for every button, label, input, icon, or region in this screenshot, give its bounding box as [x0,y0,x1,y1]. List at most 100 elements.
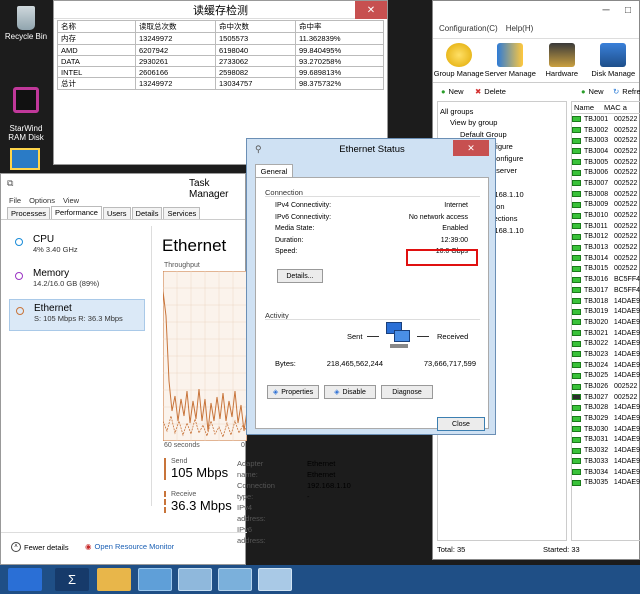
starwind-desktop-icon[interactable]: StarWind RAM Disk [4,78,48,151]
client-row[interactable]: TBJ002 002522 [572,125,640,136]
client-row[interactable]: TBJ029 14DAE9 [572,413,640,424]
client-row[interactable]: TBJ025 14DAE9 [572,371,640,382]
time-left-label: 60 seconds [164,442,200,449]
client-row[interactable]: TBJ013 002522 [572,242,640,253]
client-row[interactable]: TBJ006 002522 [572,167,640,178]
chart-app-taskbar-icon[interactable] [218,568,252,591]
tab-services[interactable]: Services [163,207,201,219]
details-button[interactable]: Details... [277,269,323,283]
client-row[interactable]: TBJ021 14DAE9 [572,328,640,339]
tab-performance[interactable]: Performance [51,206,102,219]
server-manage-button[interactable]: Server Manage [485,39,537,82]
diagnose-button[interactable]: Diagnose [381,385,433,399]
tab-details[interactable]: Details [131,207,163,219]
client-row[interactable]: TBJ016 BC5FF4 [572,274,640,285]
client-mac: 002522 [614,115,638,123]
open-resource-monitor-link[interactable]: ◉ Open Resource Monitor [85,542,174,551]
client-row[interactable]: TBJ014 002522 [572,253,640,264]
connection-type-label: Connection type: [237,481,275,501]
tm-menu-file[interactable]: File [9,196,21,205]
perf-item-memory[interactable]: Memory 14.2/16.0 GB (89%) [11,268,143,288]
group-manager-taskbar-icon[interactable] [258,568,292,591]
client-row[interactable]: TBJ033 14DAE9 [572,456,640,467]
properties-button[interactable]: ◈ Properties [267,385,319,399]
tree-node[interactable]: View by group [450,118,497,127]
tm-menu-options[interactable]: Options [29,196,55,205]
gm-new-button[interactable]: ● New [441,87,464,96]
user-app-taskbar-icon[interactable] [178,568,212,591]
server-manager-taskbar-icon[interactable] [8,568,42,591]
tm-menu-view[interactable]: View [63,196,79,205]
gm-refresh-button[interactable]: ↻ Refre [613,87,640,96]
client-row[interactable]: TBJ007 002522 [572,178,640,189]
perf-item-cpu[interactable]: CPU 4% 3.40 GHz [11,234,143,254]
client-row[interactable]: TBJ010 002522 [572,210,640,221]
client-row[interactable]: TBJ015 002522 [572,264,640,275]
gm-minimize-button[interactable]: ─ [595,1,617,19]
dialog-close-x-button[interactable]: ✕ [453,140,489,156]
client-row[interactable]: TBJ019 14DAE9 [572,306,640,317]
client-row[interactable]: TBJ001 002522 [572,114,640,125]
client-row[interactable]: TBJ004 002522 [572,146,640,157]
col-client-name[interactable]: Name [572,103,604,112]
tab-users[interactable]: Users [102,207,131,219]
col-mac[interactable]: MAC a [604,103,627,112]
menu-configuration[interactable]: Configuration(C) [439,24,498,33]
client-row[interactable]: TBJ008 002522 [572,189,640,200]
hardware-button[interactable]: Hardware [536,39,588,82]
cache-cell: 6207942 [135,44,216,56]
perf-item-ethernet[interactable]: Ethernet S: 105 Mbps R: 36.3 Mbps [9,299,145,331]
client-row[interactable]: TBJ003 002522 [572,135,640,146]
powershell-taskbar-icon[interactable]: Σ [55,568,89,591]
gm-client-new-button[interactable]: ● New [581,87,604,96]
client-mac: 002522 [614,244,638,252]
menu-help[interactable]: Help(H) [506,24,534,33]
client-name: TBJ031 [583,436,609,444]
client-row[interactable]: TBJ023 14DAE9 [572,349,640,360]
cache-close-button[interactable]: ✕ [355,1,387,19]
connection-row-label: Media State: [275,225,315,233]
client-row[interactable]: TBJ030 14DAE9 [572,424,640,435]
client-row[interactable]: TBJ018 14DAE9 [572,296,640,307]
client-row[interactable]: TBJ009 002522 [572,200,640,211]
client-name: TBJ008 [584,190,609,198]
client-row[interactable]: TBJ034 14DAE9 [572,467,640,478]
file-explorer-taskbar-icon[interactable] [97,568,131,591]
disable-button[interactable]: ◈ Disable [324,385,376,399]
client-row[interactable]: TBJ028 14DAE9 [572,403,640,414]
close-button[interactable]: Close [437,417,485,431]
chevron-up-icon: ˄ [11,542,21,552]
speed-highlight-box [406,249,478,266]
task-manager-window: ⧉ Task Manager File Options View Process… [0,173,351,565]
client-row[interactable]: TBJ032 14DAE9 [572,445,640,456]
client-row[interactable]: TBJ022 14DAE9 [572,338,640,349]
client-row[interactable]: TBJ012 002522 [572,232,640,243]
client-row[interactable]: TBJ031 14DAE9 [572,435,640,446]
cache-cell: 13249972 [135,32,216,45]
gm-maximize-button[interactable]: □ [617,1,639,19]
client-monitor-icon [572,479,581,486]
gm-delete-button[interactable]: ✖ Delete [475,87,506,96]
client-row[interactable]: TBJ027 002522 [572,392,640,403]
recycle-bin-desktop-icon[interactable]: Recycle Bin [4,6,48,41]
client-row[interactable]: TBJ024 14DAE9 [572,360,640,371]
fewer-details-button[interactable]: ˄ Fewer details [11,542,69,552]
disk-manage-button[interactable]: Disk Manage [588,39,640,82]
client-row[interactable]: TBJ026 002522 [572,381,640,392]
client-monitor-icon [572,436,581,443]
client-row[interactable]: TBJ035 14DAE9 [572,477,640,488]
network-desktop-icon[interactable] [10,148,40,170]
tree-node[interactable]: All groups [440,107,473,116]
new-client-icon: ● [581,87,586,96]
client-mac: 14DAE9 [613,415,640,423]
throughput-label: Throughput [164,262,200,269]
client-row[interactable]: TBJ005 002522 [572,157,640,168]
network-taskbar-icon[interactable] [138,568,172,591]
bytes-sent-value: 218,465,562,244 [326,359,383,368]
tab-general[interactable]: General [255,164,293,177]
client-row[interactable]: TBJ020 14DAE9 [572,317,640,328]
tab-processes[interactable]: Processes [7,207,51,219]
group-manage-button[interactable]: Group Manage [433,39,485,82]
client-row[interactable]: TBJ017 BC5FF4 [572,285,640,296]
client-row[interactable]: TBJ011 002522 [572,221,640,232]
